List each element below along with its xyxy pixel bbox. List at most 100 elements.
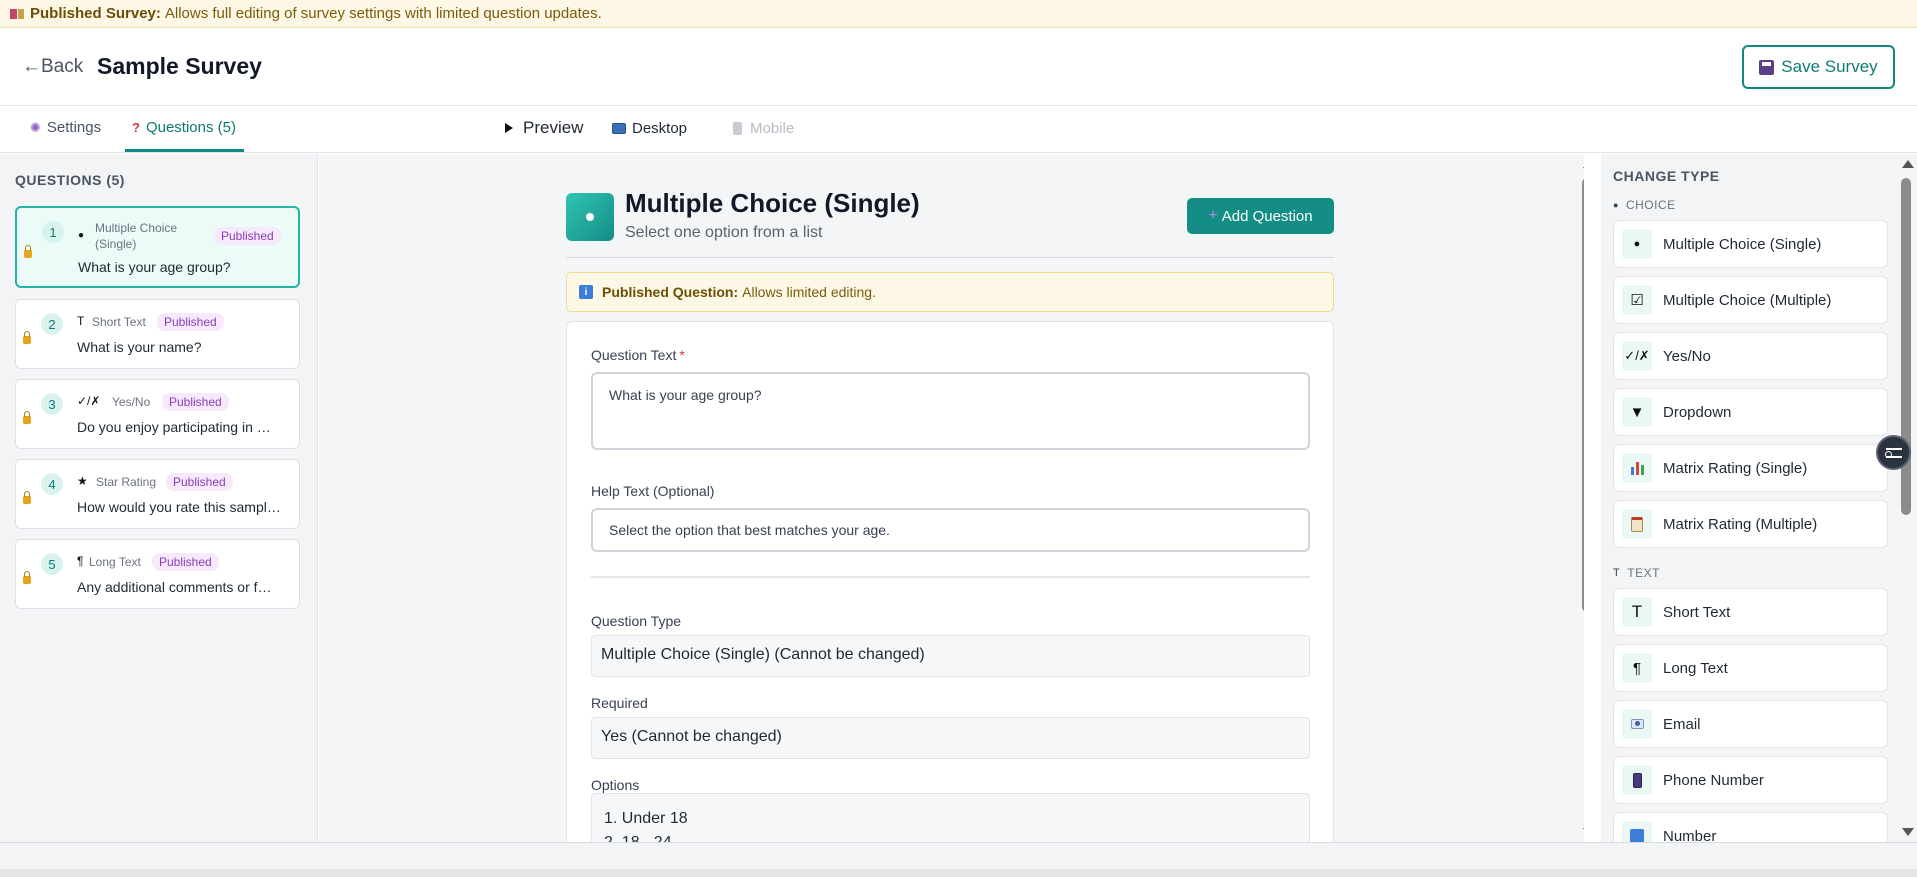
choice-group-label: ● CHOICE: [1613, 198, 1676, 212]
question-form: Question Text * What is your age group? H…: [566, 321, 1334, 842]
type-option-short-text[interactable]: T Short Text: [1613, 588, 1888, 636]
lock-icon: [23, 491, 31, 504]
question-text: What is your age group?: [78, 259, 231, 275]
type-option-matrix-single[interactable]: Matrix Rating (Single): [1613, 444, 1888, 492]
question-type-readonly: Multiple Choice (Single) (Cannot be chan…: [591, 635, 1310, 677]
info-icon: i: [579, 285, 593, 299]
dot-icon: ●: [1613, 200, 1619, 210]
tabs-bar: ✺ Settings ? Questions (5) Preview Deskt…: [0, 106, 1917, 153]
sliders-icon: [1884, 447, 1902, 458]
divider: [566, 257, 1334, 258]
mobile-label: Mobile: [750, 120, 795, 137]
text-t-icon: T: [1622, 597, 1652, 627]
change-type-panel: CHANGE TYPE ● CHOICE ● Multiple Choice (…: [1601, 154, 1917, 842]
type-option-matrix-multiple[interactable]: Matrix Rating (Multiple): [1613, 500, 1888, 548]
options-label: Options: [591, 777, 640, 793]
tab-questions-label: Questions (5): [145, 119, 236, 136]
question-text-label: Question Text *: [591, 347, 685, 363]
preview-label: Preview: [523, 118, 584, 137]
email-icon: [1622, 709, 1652, 739]
type-option-yes-no[interactable]: ✓/✗ Yes/No: [1613, 332, 1888, 380]
lock-icon: [23, 411, 31, 424]
questions-heading: QUESTIONS (5): [15, 172, 125, 188]
question-number: 3: [41, 393, 63, 415]
radio-dot-icon: ●: [78, 230, 85, 241]
mobile-icon: [733, 122, 742, 135]
pilcrow-icon: ¶: [1622, 653, 1652, 683]
notice-label: Published Question:: [602, 284, 739, 300]
divider: [591, 576, 1310, 578]
back-button[interactable]: ←Back: [22, 56, 83, 78]
tab-questions[interactable]: ? Questions (5): [132, 119, 236, 136]
question-editor: Multiple Choice (Single) Select one opti…: [319, 154, 1584, 842]
preview-button[interactable]: Preview: [505, 118, 583, 138]
tab-settings[interactable]: ✺ Settings: [30, 119, 101, 136]
question-number: 4: [41, 473, 63, 495]
change-type-heading: CHANGE TYPE: [1613, 168, 1720, 184]
desktop-view-button[interactable]: Desktop: [612, 120, 687, 137]
question-type-label: Short Text: [92, 315, 146, 329]
notice-text: Allows limited editing.: [742, 284, 876, 300]
text-t-icon: T: [1613, 567, 1621, 579]
active-tab-indicator: [125, 149, 244, 152]
help-text-input[interactable]: Select the option that best matches your…: [591, 508, 1310, 552]
type-option-dropdown[interactable]: ▼ Dropdown: [1613, 388, 1888, 436]
flag-icon: [10, 8, 24, 20]
type-option-multiple-choice-multiple[interactable]: ☑ Multiple Choice (Multiple): [1613, 276, 1888, 324]
checkbox-icon: ☑: [1622, 285, 1652, 315]
yes-no-icon: ✓/✗: [1622, 341, 1652, 371]
scrollbar-thumb[interactable]: [1582, 178, 1584, 612]
scroll-up-arrow-icon[interactable]: [1583, 160, 1584, 168]
published-badge: Published: [157, 313, 224, 331]
mobile-view-button[interactable]: Mobile: [733, 120, 794, 137]
phone-icon: [1622, 765, 1652, 795]
help-text-label: Help Text (Optional): [591, 483, 715, 499]
pilcrow-icon: ¶: [77, 554, 84, 568]
desktop-label: Desktop: [632, 120, 688, 137]
question-text: What is your name?: [77, 339, 202, 355]
question-text-input[interactable]: What is your age group?: [591, 372, 1310, 450]
scroll-up-arrow-icon[interactable]: [1902, 160, 1914, 168]
published-badge: Published: [214, 227, 281, 245]
page-header: ←Back Sample Survey Save Survey: [0, 29, 1917, 106]
yes-no-icon: ✓/✗: [77, 394, 101, 408]
add-question-button[interactable]: + Add Question: [1187, 198, 1334, 234]
type-option-long-text[interactable]: ¶ Long Text: [1613, 644, 1888, 692]
question-number: 2: [41, 313, 63, 335]
floppy-disk-icon: [1759, 59, 1775, 75]
option-item: 2. 18 - 24: [604, 831, 1297, 842]
question-type-label: Long Text: [89, 555, 141, 569]
banner-label: Published Survey:: [30, 5, 161, 22]
status-strip: [0, 869, 1917, 877]
type-panel-scrollbar[interactable]: [1899, 154, 1914, 842]
question-card[interactable]: 1 ● Multiple Choice (Single) Published W…: [15, 206, 300, 288]
published-badge: Published: [152, 553, 219, 571]
text-group-label: T TEXT: [1613, 566, 1660, 580]
save-survey-button[interactable]: Save Survey: [1742, 45, 1895, 89]
question-card[interactable]: 3 ✓/✗ Yes/No Published Do you enjoy part…: [15, 379, 300, 449]
option-item: 1. Under 18: [604, 810, 688, 827]
published-survey-banner: Published Survey: Allows full editing of…: [0, 0, 1917, 28]
play-icon: [505, 123, 513, 133]
question-card[interactable]: 4 ★ Star Rating Published How would you …: [15, 459, 300, 529]
type-option-multiple-choice-single[interactable]: ● Multiple Choice (Single): [1613, 220, 1888, 268]
dropdown-triangle-icon: ▼: [1622, 397, 1652, 427]
question-type-label: Yes/No: [112, 395, 151, 409]
lock-icon: [24, 245, 32, 258]
question-type-label: Question Type: [591, 613, 682, 629]
toggle-panel-button[interactable]: [1876, 435, 1911, 470]
type-option-number[interactable]: Number: [1613, 812, 1888, 842]
question-type-subtitle: Select one option from a list: [625, 224, 823, 241]
question-text: Do you enjoy participating in …: [77, 419, 271, 435]
type-option-email[interactable]: Email: [1613, 700, 1888, 748]
type-option-phone-number[interactable]: Phone Number: [1613, 756, 1888, 804]
scroll-down-arrow-icon[interactable]: [1583, 828, 1584, 836]
question-card[interactable]: 2 T Short Text Published What is your na…: [15, 299, 300, 369]
question-card[interactable]: 5 ¶ Long Text Published Any additional c…: [15, 539, 300, 609]
text-t-icon: T: [77, 314, 85, 328]
options-list: 1. Under 18 2. 18 - 24: [591, 793, 1310, 842]
scroll-down-arrow-icon[interactable]: [1902, 828, 1914, 836]
editor-scrollbar[interactable]: [1580, 154, 1584, 842]
question-type-label: Multiple Choice: [95, 221, 178, 235]
lock-icon: [23, 331, 31, 344]
